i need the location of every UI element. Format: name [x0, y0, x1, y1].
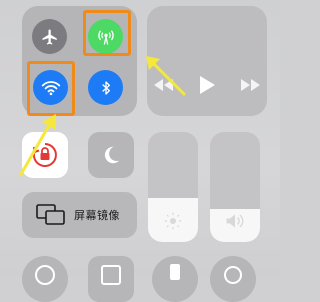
- volume-slider[interactable]: [210, 132, 260, 242]
- camera-icon: [224, 266, 242, 284]
- flashlight-button[interactable]: [152, 256, 198, 302]
- fast-forward-icon: [241, 79, 260, 91]
- play-icon: [200, 75, 215, 94]
- screen-mirroring-icon: [36, 204, 66, 226]
- annotation-arrow-upper: [146, 56, 187, 97]
- speaker-icon: [210, 212, 260, 234]
- camera-button[interactable]: [210, 256, 256, 302]
- bluetooth-button[interactable]: [88, 70, 123, 105]
- airplane-icon: [42, 29, 57, 44]
- calculator-button[interactable]: [88, 256, 134, 302]
- cellular-highlight-box: [83, 10, 131, 56]
- fast-forward-button[interactable]: [240, 76, 262, 100]
- timer-icon: [35, 265, 55, 285]
- wifi-highlight-box: [27, 61, 75, 116]
- screen-mirroring-button[interactable]: 屏幕镜像: [22, 192, 137, 238]
- screen-mirroring-label: 屏幕镜像: [74, 209, 120, 222]
- sun-icon: [148, 212, 198, 234]
- brightness-slider[interactable]: [148, 132, 198, 242]
- calculator-icon: [101, 265, 121, 285]
- bluetooth-icon: [101, 80, 110, 95]
- do-not-disturb-button[interactable]: [88, 132, 134, 178]
- annotation-arrow-lower: [18, 114, 56, 177]
- flashlight-icon: [170, 264, 180, 280]
- moon-icon: [104, 146, 120, 164]
- timer-button[interactable]: [22, 256, 68, 302]
- play-button[interactable]: [198, 75, 216, 102]
- airplane-mode-button[interactable]: [32, 19, 67, 54]
